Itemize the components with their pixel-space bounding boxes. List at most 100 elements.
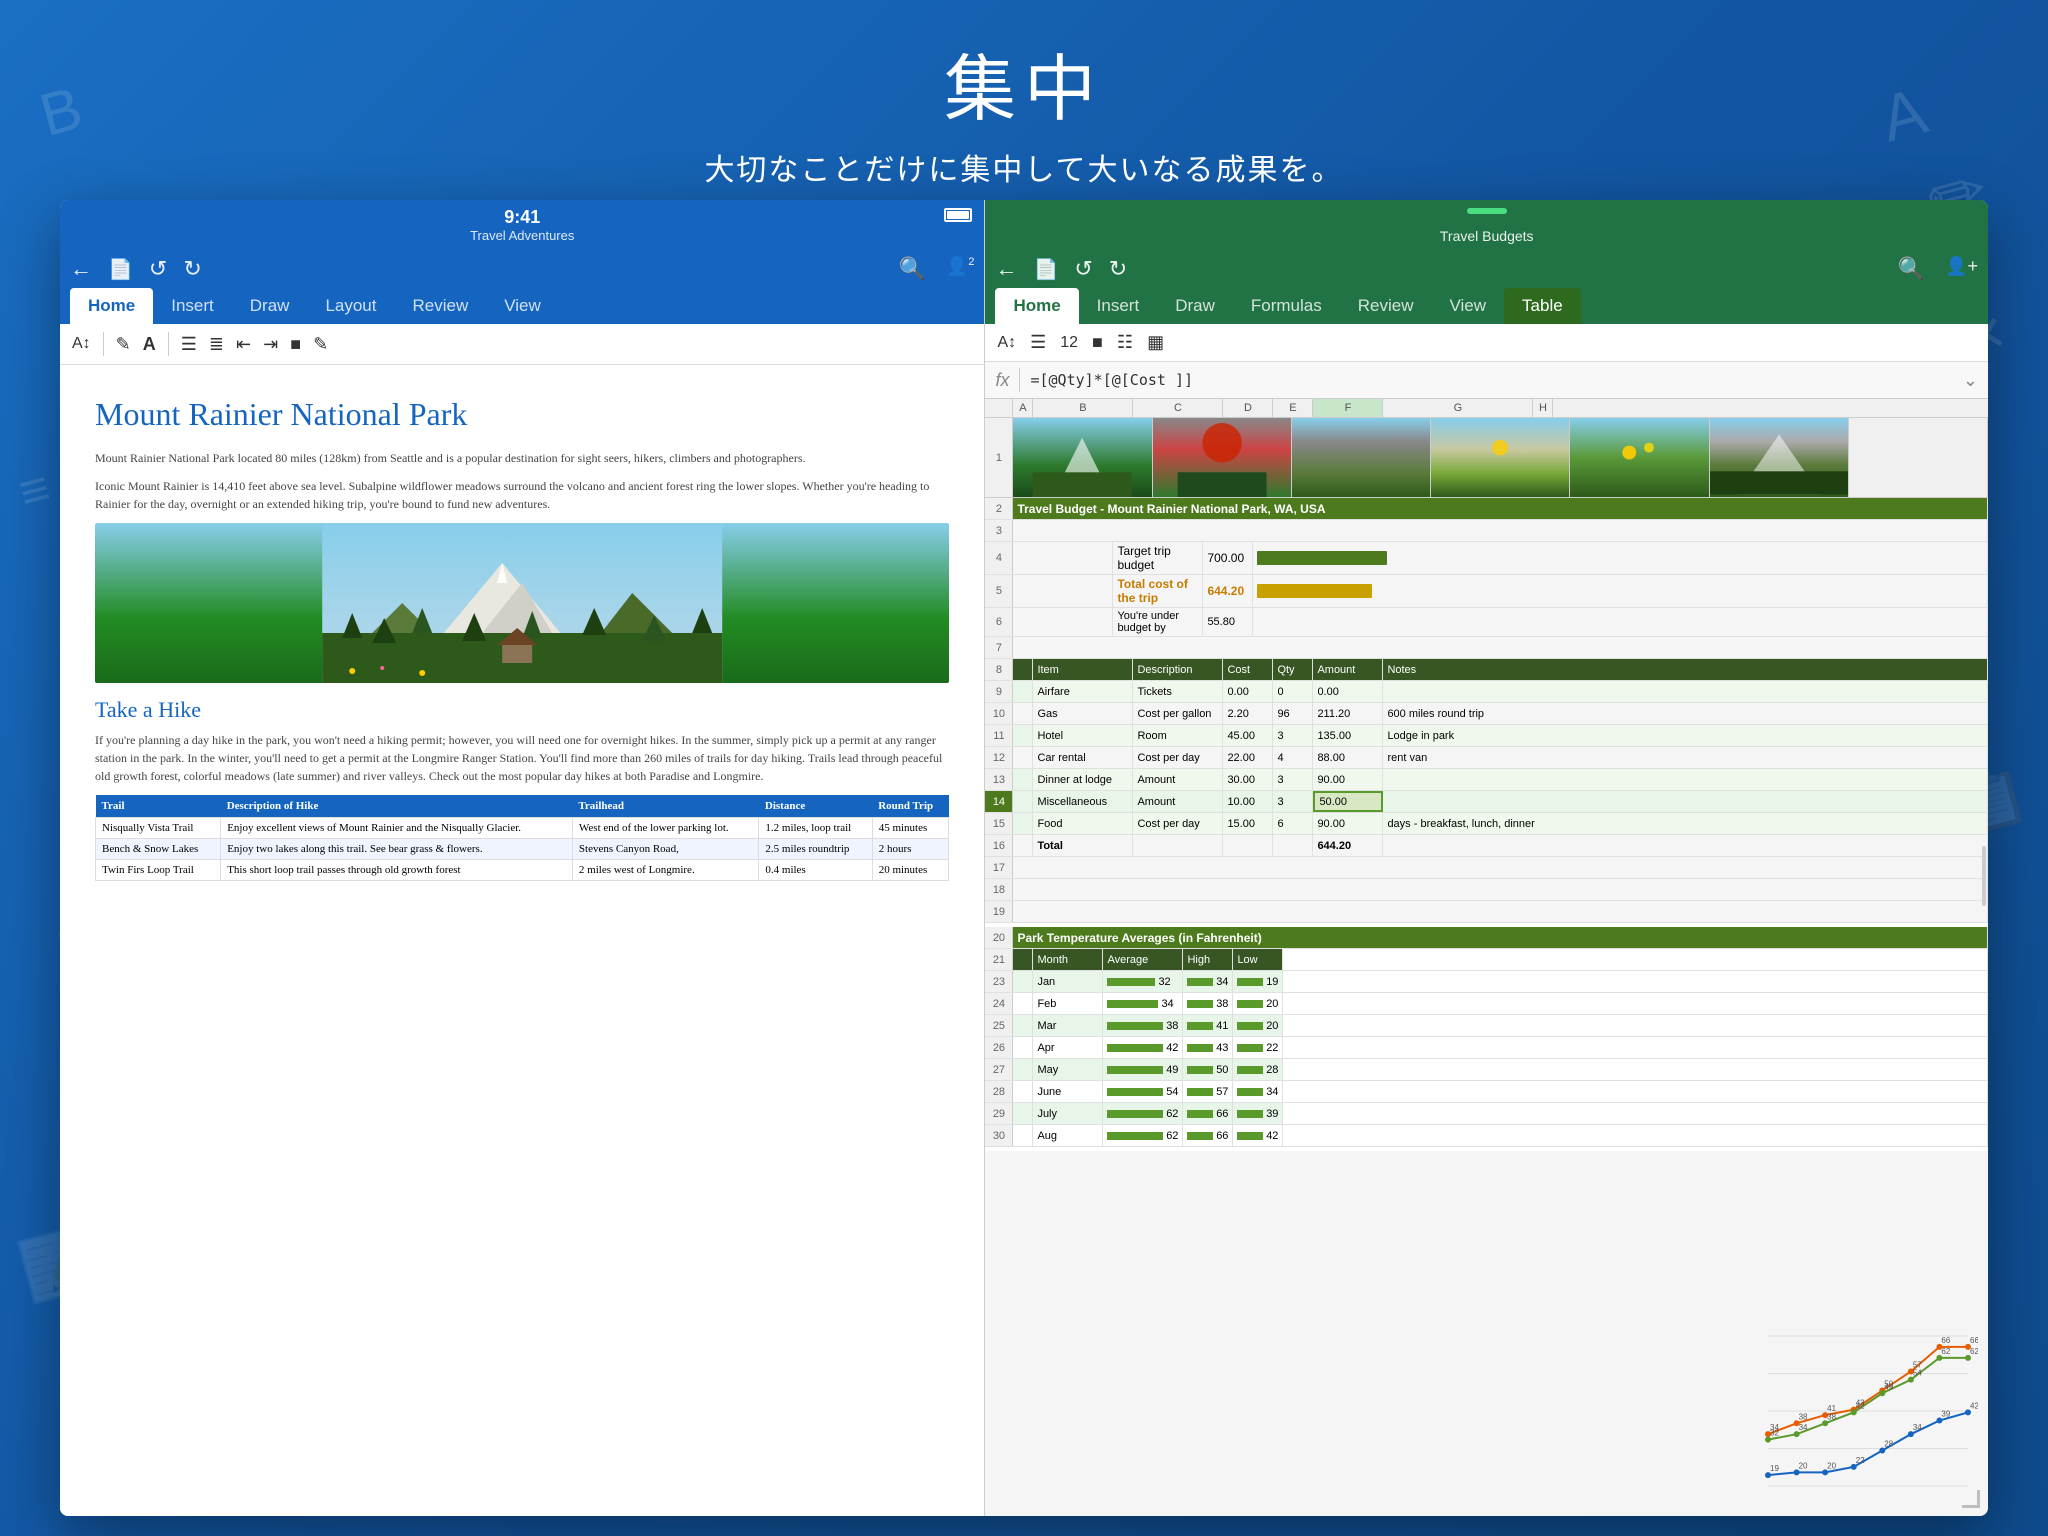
- col-E: E: [1273, 399, 1313, 417]
- svg-text:42: 42: [1856, 1401, 1865, 1410]
- img-cell-4: [1431, 418, 1570, 497]
- word-toolbar: ← 📄 ↺ ↻ 🔍 👤2: [60, 250, 984, 288]
- users-button[interactable]: 👤2: [946, 256, 975, 282]
- doc-section2-title: Take a Hike: [95, 697, 949, 723]
- ss-row-17: 17: [985, 857, 1988, 879]
- excel-tab-home[interactable]: Home: [995, 288, 1078, 324]
- doc-hike-body: If you're planning a day hike in the par…: [95, 731, 949, 785]
- word-tab-home[interactable]: Home: [70, 288, 153, 324]
- excel-back-button[interactable]: ←: [995, 256, 1017, 282]
- hike-table-row: Nisqually Vista TrailEnjoy excellent vie…: [96, 818, 949, 839]
- excel-tab-table[interactable]: Table: [1504, 288, 1581, 324]
- ss-item-row: 11HotelRoom45.003135.00Lodge in park: [985, 725, 1988, 747]
- doc-main-title: Mount Rainier National Park: [95, 395, 949, 433]
- panels-container: 9:41 Travel Adventures ← 📄 ↺ ↻ 🔍 👤2 Ho: [60, 200, 1988, 1516]
- word-tab-insert[interactable]: Insert: [153, 288, 232, 324]
- ss-row-7: 7: [985, 637, 1988, 659]
- ss-item-row: 9AirfareTickets0.0000.00: [985, 681, 1988, 703]
- bullet-list-btn[interactable]: ☰: [181, 334, 197, 355]
- excel-undo-button[interactable]: ↺: [1074, 256, 1092, 282]
- highlight-btn[interactable]: ✎: [116, 334, 131, 355]
- excel-tab-view[interactable]: View: [1431, 288, 1504, 324]
- excel-font-size-btn[interactable]: A↕: [997, 334, 1016, 352]
- col-desc: Description: [1133, 659, 1223, 680]
- svg-text:19: 19: [1770, 1464, 1779, 1473]
- search-button[interactable]: 🔍: [898, 256, 925, 282]
- excel-tab-formulas[interactable]: Formulas: [1233, 288, 1340, 324]
- temp-data-row: 23Jan323419: [985, 971, 1988, 993]
- col-B: B: [1033, 399, 1133, 417]
- total-cost-label: Total cost of the trip: [1113, 575, 1203, 607]
- excel-sort-btn[interactable]: ▦: [1147, 332, 1164, 353]
- formula-chevron[interactable]: ⌄: [1963, 370, 1978, 391]
- col-cost: Cost: [1223, 659, 1273, 680]
- col-F[interactable]: F: [1313, 399, 1383, 417]
- header-title: 集中: [0, 30, 2048, 135]
- hike-table-cell: Stevens Canyon Road,: [572, 839, 758, 860]
- excel-align-btn[interactable]: ☰: [1030, 332, 1046, 353]
- temp-data-row: 26Apr424322: [985, 1037, 1988, 1059]
- hike-table-cell: 45 minutes: [872, 818, 949, 839]
- file-button[interactable]: 📄: [108, 257, 133, 282]
- redo-button[interactable]: ↻: [183, 256, 201, 282]
- excel-adduser-button[interactable]: 👤+: [1945, 256, 1978, 282]
- col-notes: Notes: [1383, 659, 1988, 680]
- img-cell-3: [1292, 418, 1431, 497]
- excel-format-btn[interactable]: ■: [1092, 332, 1103, 353]
- hike-col-desc: Description of Hike: [221, 795, 573, 818]
- numbered-list-btn[interactable]: ≣: [209, 334, 224, 355]
- word-tab-view[interactable]: View: [486, 288, 559, 324]
- hike-table-cell: 2 hours: [872, 839, 949, 860]
- temp-col-month: Month: [1033, 949, 1103, 970]
- word-tab-draw[interactable]: Draw: [232, 288, 308, 324]
- svg-text:62: 62: [1970, 1347, 1978, 1356]
- budget-bar-gold: [1257, 584, 1372, 598]
- svg-text:54: 54: [1913, 1369, 1922, 1378]
- style-btn[interactable]: ✎: [313, 334, 328, 355]
- excel-tab-review[interactable]: Review: [1340, 288, 1432, 324]
- excel-tab-insert[interactable]: Insert: [1079, 288, 1158, 324]
- svg-text:38: 38: [1799, 1412, 1808, 1421]
- excel-search-button[interactable]: 🔍: [1898, 256, 1925, 282]
- ss-row-8: 8 Item Description Cost Qty Amount Notes: [985, 659, 1988, 681]
- svg-text:39: 39: [1941, 1410, 1950, 1419]
- svg-text:22: 22: [1856, 1456, 1865, 1465]
- excel-file-button[interactable]: 📄: [1033, 257, 1058, 282]
- excel-tab-draw[interactable]: Draw: [1157, 288, 1233, 324]
- excel-table-btn[interactable]: ☷: [1117, 332, 1133, 353]
- svg-text:34: 34: [1799, 1423, 1808, 1432]
- word-tab-layout[interactable]: Layout: [307, 288, 394, 324]
- fx-label: fx: [995, 370, 1009, 391]
- excel-panel: 9:41 Travel Budgets ← 📄 ↺ ↻ 🔍 👤+ Home In…: [985, 200, 1988, 1516]
- back-button[interactable]: ←: [70, 256, 92, 282]
- word-doc-title: Travel Adventures: [470, 228, 574, 243]
- col-C: C: [1133, 399, 1223, 417]
- scroll-handle[interactable]: [1982, 846, 1986, 906]
- hike-table-cell: Bench & Snow Lakes: [96, 839, 221, 860]
- col-A: A: [1013, 399, 1033, 417]
- battery-icon: [944, 208, 972, 222]
- font-size-btn[interactable]: A↕: [72, 335, 91, 353]
- temp-data-row: 25Mar384120: [985, 1015, 1988, 1037]
- word-ribbon-tabs: Home Insert Draw Layout Review View: [60, 288, 984, 324]
- ss-row-5: 5 Total cost of the trip 644.20: [985, 575, 1988, 608]
- hike-col-trail: Trail: [96, 795, 221, 818]
- temp-data-row: 29July626639: [985, 1103, 1988, 1125]
- indent-btn[interactable]: ⇥: [263, 334, 278, 355]
- ss-item-row: 13Dinner at lodgeAmount30.00390.00: [985, 769, 1988, 791]
- word-tab-review[interactable]: Review: [394, 288, 486, 324]
- img-cell-7: [1849, 418, 1988, 497]
- excel-redo-button[interactable]: ↻: [1109, 256, 1127, 282]
- doc-mountain-image: [95, 523, 949, 683]
- font-color-btn[interactable]: A: [143, 334, 156, 355]
- excel-ribbon-tabs: Home Insert Draw Formulas Review View Ta…: [985, 288, 1988, 324]
- align-btn[interactable]: ■: [290, 334, 301, 355]
- formula-content[interactable]: =[@Qty]*[@[Cost ]]: [1030, 371, 1952, 389]
- excel-doc-title: Travel Budgets: [1440, 228, 1534, 244]
- outdent-btn[interactable]: ⇤: [236, 334, 251, 355]
- undo-button[interactable]: ↺: [149, 256, 167, 282]
- under-budget-label: You're under budget by: [1113, 608, 1203, 636]
- excel-font-size-num: 12: [1060, 334, 1078, 352]
- svg-text:42: 42: [1970, 1401, 1978, 1410]
- hike-col-roundtrip: Round Trip: [872, 795, 949, 818]
